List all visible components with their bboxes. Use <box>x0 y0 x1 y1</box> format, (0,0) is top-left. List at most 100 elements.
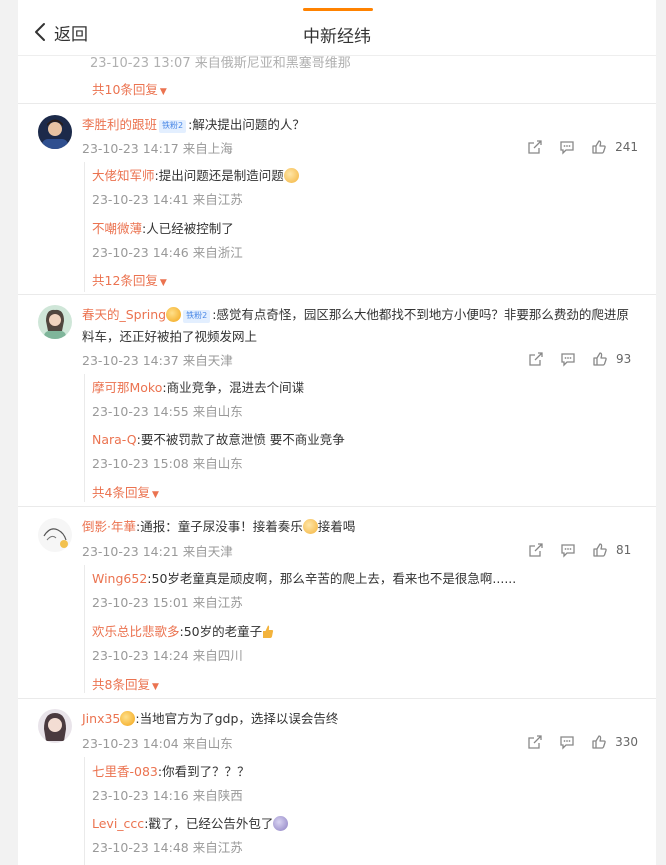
avatar[interactable] <box>38 709 72 743</box>
emoji-icon <box>283 168 299 183</box>
comment-text: 春天的_Spring 铁粉2:感觉有点奇怪，园区那么大他都找不到地方小便吗？非要那… <box>82 304 634 348</box>
comment-meta: 23-10-23 14:17 来自上海 <box>82 141 233 156</box>
weibo-comment-panel: 23-10-23 13:07 来自俄斯尼亚和黑塞哥维那 返回 中新经纬 共10条… <box>18 0 656 865</box>
reply-thread-line <box>84 374 85 502</box>
fan-badge: 铁粉2 <box>183 310 211 323</box>
thumbs-up-icon[interactable] <box>592 350 610 368</box>
avatar[interactable] <box>38 115 72 149</box>
avatar[interactable] <box>38 305 72 339</box>
reply-body: :商业竞争，混进去个间谍 <box>162 380 305 395</box>
more-replies-link[interactable]: 共10条回复 ▼ <box>92 79 167 98</box>
share-icon[interactable] <box>527 138 545 156</box>
thumbs-up-icon[interactable] <box>591 733 609 751</box>
replier-name[interactable]: 不嘲微薄 <box>92 221 142 236</box>
fan-emoji-icon <box>166 307 182 322</box>
like-count: 93 <box>616 352 632 366</box>
thumbs-up-emoji-icon <box>262 624 274 639</box>
comment-meta: 23-10-23 14:37 来自天津 <box>82 353 233 368</box>
emoji-icon <box>273 816 289 831</box>
commenter-name[interactable]: Jinx35 <box>82 711 120 726</box>
reply-text: Levi_ccc:戳了，已经公告外包了 <box>92 813 289 832</box>
reply-text: Wing652:50岁老童真是顽皮啊，那么辛苦的爬上去，看来也不是很急啊....… <box>92 568 516 587</box>
comment-text: Jinx35 :当地官方为了gdp，选择以误会告终 <box>82 708 338 730</box>
reply-thread-line <box>84 162 85 292</box>
replier-name[interactable]: 七里香-083 <box>92 764 158 779</box>
reply-text: 大佬知军师:提出问题还是制造问题 <box>92 165 299 184</box>
reply-body: :戳了，已经公告外包了 <box>144 816 274 831</box>
like-count: 241 <box>615 140 638 154</box>
reply-body: :人已经被控制了 <box>142 221 234 236</box>
emoji-icon <box>302 519 318 534</box>
replier-name[interactable]: 欢乐总比悲歌多 <box>92 624 180 639</box>
commenter-name[interactable]: 倒影·年華 <box>82 519 136 534</box>
caret-down-icon: ▼ <box>159 278 167 288</box>
reply-meta: 23-10-23 15:01 来自江苏 <box>92 595 243 610</box>
reply-body: :你看到了？？？ <box>157 764 250 779</box>
like-count: 330 <box>615 735 638 749</box>
divider <box>18 698 656 699</box>
thumbs-up-icon[interactable] <box>592 541 610 559</box>
reply-text: 不嘲微薄:人已经被控制了 <box>92 218 234 237</box>
page: 23-10-23 13:07 来自俄斯尼亚和黑塞哥维那 返回 中新经纬 共10条… <box>0 0 666 865</box>
divider <box>18 506 656 507</box>
reply-body: :提出问题还是制造问题 <box>154 168 284 183</box>
comment-icon[interactable] <box>559 138 577 156</box>
avatar[interactable] <box>38 518 72 552</box>
reply-text: Nara-Q:要不被罚款了故意泄愤 要不商业竞争 <box>92 429 345 448</box>
reply-meta: 23-10-23 14:41 来自江苏 <box>92 192 243 207</box>
caret-down-icon: ▼ <box>159 87 167 97</box>
reply-text: 摩可那Moko:商业竞争，混进去个间谍 <box>92 377 304 396</box>
comment-body: :解决提出问题的人？ <box>188 117 305 132</box>
more-replies-label: 共8条回复 <box>92 677 150 692</box>
comment-text: 倒影·年華:通报：童子尿没事！接着奏乐 接着喝 <box>82 516 355 538</box>
share-icon[interactable] <box>528 350 546 368</box>
title-underline <box>303 8 373 11</box>
more-replies-link[interactable]: 共4条回复 ▼ <box>92 482 159 501</box>
replier-name[interactable]: 大佬知军师 <box>92 168 155 183</box>
more-replies-label: 共4条回复 <box>92 485 150 500</box>
comment-actions: 93 <box>514 350 638 368</box>
commenter-name[interactable]: 春天的_Spring <box>82 307 166 322</box>
comment-icon[interactable] <box>560 541 578 559</box>
reply-text: 欢乐总比悲歌多:50岁的老童子 <box>92 621 274 640</box>
comment-body: :当地官方为了gdp，选择以误会告终 <box>135 711 339 726</box>
comment-body-end: 接着喝 <box>317 519 356 534</box>
comment-actions: 81 <box>514 541 638 559</box>
comment-icon[interactable] <box>560 350 578 368</box>
commenter-name[interactable]: 李胜利的跟班 <box>82 117 157 132</box>
reply-thread-line <box>84 565 85 693</box>
more-replies-link[interactable]: 共8条回复 ▼ <box>92 674 159 693</box>
replier-name[interactable]: Wing652 <box>92 571 147 586</box>
fan-badge: 铁粉2 <box>159 120 187 133</box>
thumbs-up-icon[interactable] <box>591 138 609 156</box>
divider <box>18 294 656 295</box>
like-count: 81 <box>616 543 632 557</box>
reply-meta: 23-10-23 14:48 来自江苏 <box>92 840 243 855</box>
reply-meta: 23-10-23 14:24 来自四川 <box>92 648 243 663</box>
divider <box>18 103 656 104</box>
reply-meta: 23-10-23 15:08 来自山东 <box>92 456 243 471</box>
reply-meta: 23-10-23 14:46 来自浙江 <box>92 245 243 260</box>
reply-body: :50岁老童真是顽皮啊，那么辛苦的爬上去，看来也不是很急啊...... <box>147 571 517 586</box>
share-icon[interactable] <box>527 733 545 751</box>
comment-text: 李胜利的跟班 铁粉2:解决提出问题的人？ <box>82 114 305 136</box>
more-replies-label: 共10条回复 <box>92 82 158 97</box>
comment-actions: 330 <box>513 733 638 751</box>
caret-down-icon: ▼ <box>151 682 159 692</box>
replier-name[interactable]: 摩可那Moko <box>92 380 162 395</box>
reply-thread-line <box>84 757 85 865</box>
comment-meta: 23-10-23 14:04 来自山东 <box>82 736 233 751</box>
more-replies-label: 共12条回复 <box>92 273 158 288</box>
reply-body: :要不被罚款了故意泄愤 要不商业竞争 <box>136 432 345 447</box>
reply-meta: 23-10-23 14:55 来自山东 <box>92 404 243 419</box>
replier-name[interactable]: Nara-Q <box>92 432 137 447</box>
share-icon[interactable] <box>528 541 546 559</box>
caret-down-icon: ▼ <box>151 490 159 500</box>
page-title: 中新经纬 <box>303 27 371 47</box>
comment-icon[interactable] <box>559 733 577 751</box>
reply-body: :50岁的老童子 <box>179 624 263 639</box>
more-replies-link[interactable]: 共12条回复 ▼ <box>92 270 167 289</box>
comment-meta: 23-10-23 14:21 来自天津 <box>82 544 233 559</box>
replier-name[interactable]: Levi_ccc <box>92 816 144 831</box>
reply-text: 七里香-083:你看到了？？？ <box>92 761 250 780</box>
